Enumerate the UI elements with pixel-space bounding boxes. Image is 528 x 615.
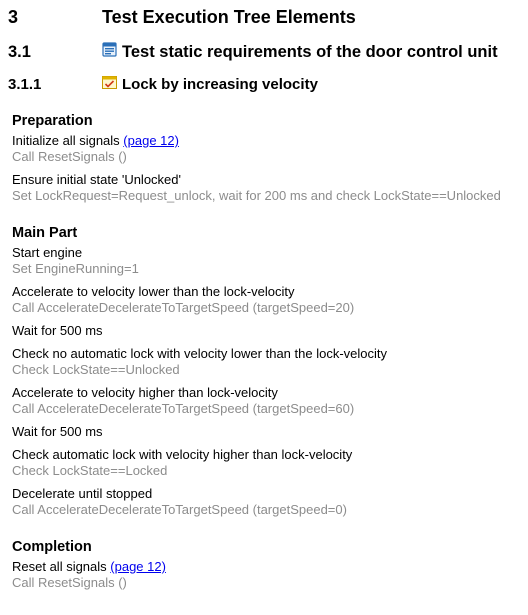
page-link[interactable]: (page 12) [123, 133, 179, 148]
completion-section: Completion Reset all signals (page 12) C… [12, 538, 522, 591]
heading-2-title: Test static requirements of the door con… [122, 42, 498, 61]
completion-title: Completion [12, 539, 92, 555]
heading-3-number: 3.1.1 [8, 76, 42, 93]
heading-2-number: 3.1 [8, 42, 31, 61]
heading-2-title-wrap: Test static requirements of the door con… [102, 42, 498, 62]
test-group-icon [102, 42, 117, 62]
step-text: Initialize all signals (page 12) [12, 133, 522, 149]
heading-level-2: 3.1 Test static requirements of the door… [8, 42, 498, 62]
step-text: Reset all signals (page 12) [12, 559, 522, 575]
heading-1-number: 3 [8, 7, 19, 27]
step-action: Call AccelerateDecelerateToTargetSpeed (… [12, 502, 347, 517]
test-case-content: Preparation Initialize all signals (page… [12, 112, 522, 591]
step-action: Set EngineRunning=1 [12, 261, 139, 276]
heading-level-1: 3 Test Execution Tree Elements [8, 7, 356, 28]
main-part-section: Main Part Start engine Set EngineRunning… [12, 224, 522, 518]
step-initialize-signals: Initialize all signals (page 12) Call Re… [12, 133, 522, 165]
step-label: Initialize all signals [12, 133, 120, 148]
step-action: Call ResetSignals () [12, 575, 127, 590]
main-part-title: Main Part [12, 225, 78, 241]
step-text: Wait for 500 ms [12, 424, 103, 439]
step-accelerate-higher: Accelerate to velocity higher than lock-… [12, 385, 522, 417]
step-wait-1: Wait for 500 ms [12, 323, 522, 339]
step-reset-signals: Reset all signals (page 12) Call ResetSi… [12, 559, 522, 591]
step-action: Call AccelerateDecelerateToTargetSpeed (… [12, 401, 355, 416]
step-ensure-unlocked: Ensure initial state 'Unlocked' Set Lock… [12, 172, 522, 204]
heading-3-title: Lock by increasing velocity [122, 76, 318, 93]
step-check-lock: Check automatic lock with velocity highe… [12, 447, 522, 479]
step-text: Decelerate until stopped [12, 486, 153, 501]
step-text: Check automatic lock with velocity highe… [12, 447, 353, 462]
step-text: Ensure initial state 'Unlocked' [12, 172, 181, 187]
heading-1-title: Test Execution Tree Elements [102, 7, 356, 27]
step-text: Start engine [12, 245, 83, 260]
preparation-title: Preparation [12, 113, 93, 129]
step-text: Accelerate to velocity higher than lock-… [12, 385, 278, 400]
heading-level-3: 3.1.1 Lock by increasing velocity [8, 76, 318, 93]
step-accelerate-lower: Accelerate to velocity lower than the lo… [12, 284, 522, 316]
step-action: Check LockState==Unlocked [12, 362, 180, 377]
step-text: Wait for 500 ms [12, 323, 103, 338]
step-label: Reset all signals [12, 559, 107, 574]
heading-3-title-wrap: Lock by increasing velocity [102, 76, 318, 93]
step-action: Set LockRequest=Request_unlock, wait for… [12, 188, 501, 203]
step-text: Accelerate to velocity lower than the lo… [12, 284, 295, 299]
step-wait-2: Wait for 500 ms [12, 424, 522, 440]
step-check-no-lock: Check no automatic lock with velocity lo… [12, 346, 522, 378]
step-start-engine: Start engine Set EngineRunning=1 [12, 245, 522, 277]
test-case-icon [102, 76, 117, 93]
step-action: Call AccelerateDecelerateToTargetSpeed (… [12, 300, 355, 315]
step-action: Check LockState==Locked [12, 463, 168, 478]
page-link[interactable]: (page 12) [110, 559, 166, 574]
step-decelerate: Decelerate until stopped Call Accelerate… [12, 486, 522, 518]
step-action: Call ResetSignals () [12, 149, 127, 164]
preparation-section: Preparation Initialize all signals (page… [12, 112, 522, 204]
step-text: Check no automatic lock with velocity lo… [12, 346, 387, 361]
